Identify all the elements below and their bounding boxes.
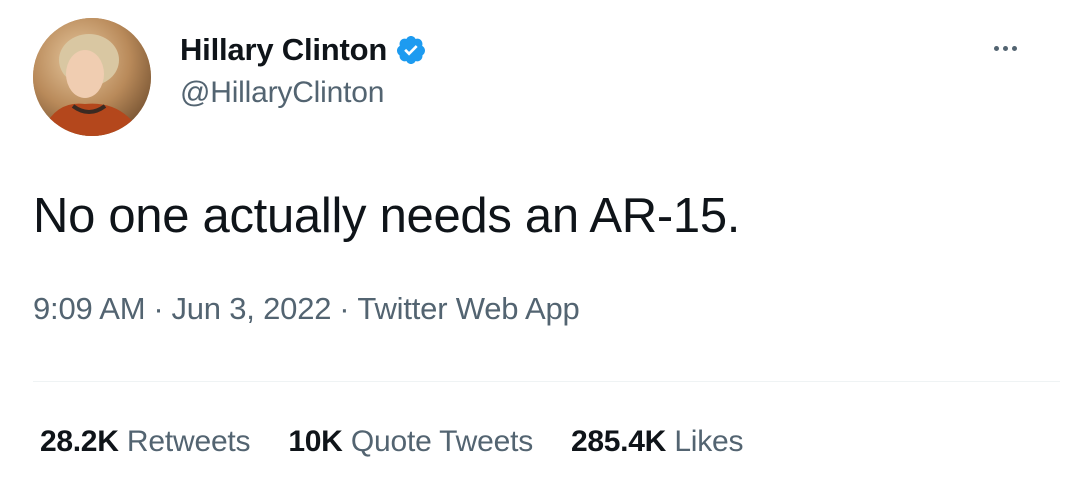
stat-value: 28.2K (40, 425, 119, 458)
verified-badge-icon (395, 34, 427, 66)
more-horizontal-icon-dot (1011, 45, 1017, 51)
display-name[interactable]: Hillary Clinton (180, 32, 387, 68)
stat-value: 285.4K (571, 425, 666, 458)
author-block: Hillary Clinton @HillaryClinton (180, 30, 427, 110)
meta-separator: · (153, 291, 164, 326)
stat-label: Quote Tweets (350, 425, 534, 458)
meta-separator: · (339, 291, 350, 326)
stat-label: Likes (674, 425, 744, 458)
stat-likes[interactable]: 285.4K Likes (571, 425, 744, 459)
tweet-meta: 9:09 AM · Jun 3, 2022 · Twitter Web App (33, 291, 580, 327)
avatar-photo (33, 18, 151, 136)
more-horizontal-icon (993, 45, 999, 51)
more-options-button[interactable] (985, 36, 1025, 60)
stat-quote-tweets[interactable]: 10K Quote Tweets (288, 425, 533, 459)
divider (33, 381, 1060, 382)
more-horizontal-icon-dot (1002, 45, 1008, 51)
avatar[interactable] (33, 18, 151, 136)
name-row: Hillary Clinton (180, 30, 427, 70)
engagement-stats: 28.2K Retweets 10K Quote Tweets 285.4K L… (40, 425, 744, 459)
tweet-date[interactable]: Jun 3, 2022 (171, 291, 331, 326)
tweet-time[interactable]: 9:09 AM (33, 291, 146, 326)
stat-value: 10K (288, 425, 343, 458)
tweet-source[interactable]: Twitter Web App (357, 291, 579, 326)
tweet-text: No one actually needs an AR-15. (33, 189, 741, 243)
stat-retweets[interactable]: 28.2K Retweets (40, 425, 251, 459)
stat-label: Retweets (126, 425, 251, 458)
tweet-card: Hillary Clinton @HillaryClinton No one a… (0, 0, 1080, 482)
handle[interactable]: @HillaryClinton (180, 76, 427, 110)
